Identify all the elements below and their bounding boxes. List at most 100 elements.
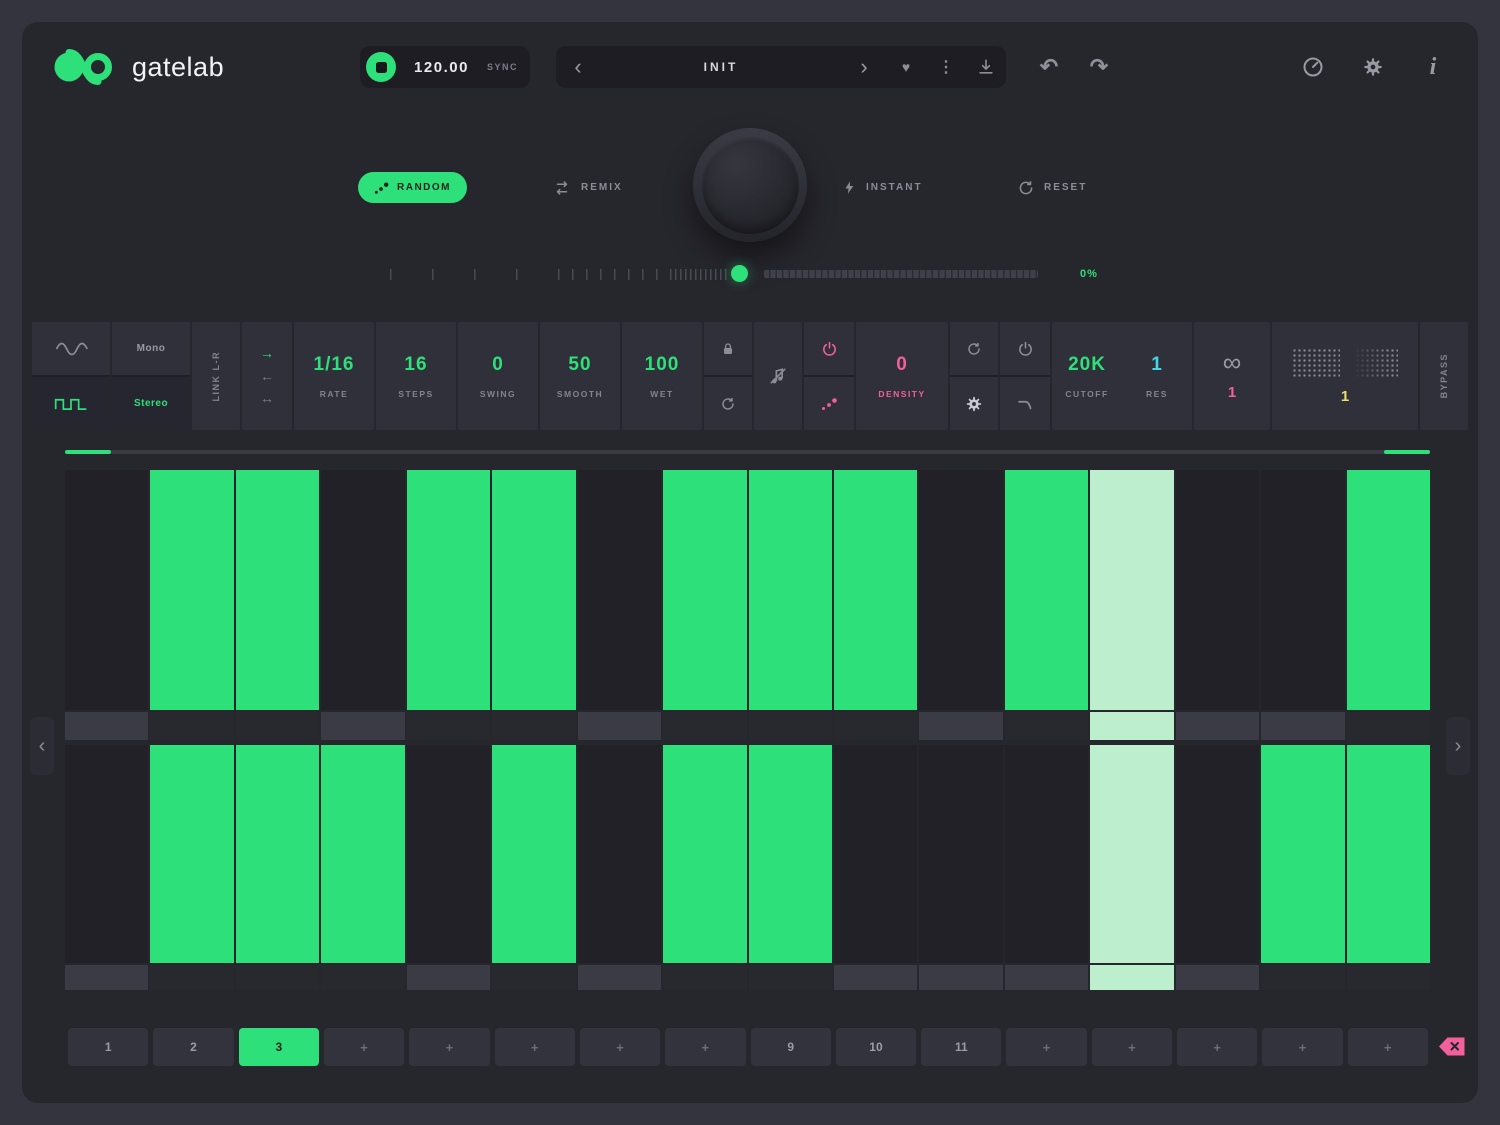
randomize-slider[interactable] [370, 262, 1040, 286]
step-bar-area[interactable] [834, 470, 917, 710]
step-bar-area[interactable] [65, 470, 148, 710]
step-bar[interactable] [749, 745, 832, 963]
step-offset[interactable] [1347, 965, 1430, 990]
step-bottom-6[interactable] [492, 745, 575, 990]
pattern-button-11[interactable]: 11 [921, 1028, 1001, 1066]
pattern-button-10[interactable]: 10 [836, 1028, 916, 1066]
step-top-13[interactable] [1090, 470, 1173, 740]
step-bar-playing[interactable] [1090, 470, 1173, 710]
favorite-button[interactable]: ♥ [886, 46, 926, 88]
step-bar[interactable] [663, 470, 746, 710]
step-bar-area[interactable] [407, 470, 490, 710]
step-top-9[interactable] [749, 470, 832, 740]
midi-dial-button[interactable] [1300, 52, 1326, 82]
step-bottom-3[interactable] [236, 745, 319, 990]
step-top-7[interactable] [578, 470, 661, 740]
step-top-15[interactable] [1261, 470, 1344, 740]
step-offset[interactable] [1005, 965, 1088, 990]
step-bar-area[interactable] [1347, 745, 1430, 963]
step-bar-area[interactable] [236, 470, 319, 710]
slider-thumb[interactable] [731, 265, 748, 282]
step-bar-area[interactable] [150, 470, 233, 710]
step-offset[interactable] [749, 965, 832, 990]
loop-end-marker[interactable] [1384, 450, 1430, 454]
step-top-12[interactable] [1005, 470, 1088, 740]
step-bar[interactable] [1005, 470, 1088, 710]
step-bar[interactable] [492, 470, 575, 710]
step-offset[interactable] [321, 712, 404, 740]
step-offset[interactable] [578, 712, 661, 740]
step-offset[interactable] [321, 965, 404, 990]
step-top-3[interactable] [236, 470, 319, 740]
step-top-6[interactable] [492, 470, 575, 740]
step-bar[interactable] [236, 470, 319, 710]
slider-track[interactable] [764, 270, 1038, 278]
step-bar-area[interactable] [578, 470, 661, 710]
filter-power-button[interactable] [1000, 322, 1050, 375]
step-bar-area[interactable] [1176, 470, 1259, 710]
square-wave-button[interactable] [32, 377, 110, 430]
step-offset[interactable] [492, 965, 575, 990]
step-bar[interactable] [321, 745, 404, 963]
step-bar-area[interactable] [663, 470, 746, 710]
step-top-5[interactable] [407, 470, 490, 740]
step-bar-area[interactable] [578, 745, 661, 963]
step-bar[interactable] [834, 470, 917, 710]
wet-control[interactable]: 100 WET [622, 322, 702, 430]
cycle-button[interactable] [704, 377, 752, 430]
texture-sparse-icon[interactable] [1350, 348, 1398, 378]
preset-prev-button[interactable]: ‹ [556, 46, 600, 88]
step-offset[interactable] [1176, 965, 1259, 990]
add-pattern-button[interactable]: + [324, 1028, 404, 1066]
stop-button[interactable] [366, 52, 396, 82]
bpm-display[interactable]: 120.00 [404, 59, 479, 76]
preset-next-button[interactable]: › [842, 46, 886, 88]
step-bottom-4[interactable] [321, 745, 404, 990]
pattern-button-9[interactable]: 9 [751, 1028, 831, 1066]
step-bar[interactable] [1347, 470, 1430, 710]
step-bar-area[interactable] [749, 745, 832, 963]
loop-range-bar[interactable] [65, 450, 1430, 454]
loop-control[interactable]: ∞ 1 [1194, 322, 1270, 430]
step-offset[interactable] [65, 712, 148, 740]
random-power-button[interactable] [804, 322, 854, 375]
step-bar-area[interactable] [663, 745, 746, 963]
step-offset[interactable] [236, 965, 319, 990]
cutoff-control[interactable]: 20K CUTOFF [1052, 322, 1122, 430]
add-pattern-button[interactable]: + [1262, 1028, 1342, 1066]
step-bar-area[interactable] [834, 745, 917, 963]
step-bottom-13[interactable] [1090, 745, 1173, 990]
step-bar[interactable] [492, 745, 575, 963]
step-bar-area[interactable] [919, 470, 1002, 710]
step-bottom-11[interactable] [919, 745, 1002, 990]
step-bar-area[interactable] [407, 745, 490, 963]
random-button[interactable]: RANDOM [358, 172, 467, 203]
add-pattern-button[interactable]: + [580, 1028, 660, 1066]
step-bar-area[interactable] [1347, 470, 1430, 710]
density-cycle-button[interactable] [950, 322, 998, 375]
add-pattern-button[interactable]: + [495, 1028, 575, 1066]
step-bar-area[interactable] [492, 470, 575, 710]
delete-pattern-button[interactable] [1438, 1036, 1466, 1057]
step-bar-area[interactable] [1261, 745, 1344, 963]
stereo-button[interactable]: Stereo [112, 377, 190, 430]
mono-button[interactable]: Mono [112, 322, 190, 375]
page-prev-button[interactable]: ‹ [30, 717, 54, 775]
step-bar[interactable] [150, 470, 233, 710]
bypass-button[interactable]: BYPASS [1420, 322, 1468, 430]
direction-pingpong-button[interactable]: ↔ [260, 390, 274, 407]
step-offset[interactable] [663, 712, 746, 740]
step-offset[interactable] [65, 965, 148, 990]
step-bottom-5[interactable] [407, 745, 490, 990]
density-settings-button[interactable] [950, 377, 998, 430]
step-bar[interactable] [236, 745, 319, 963]
add-pattern-button[interactable]: + [1006, 1028, 1086, 1066]
direction-forward-button[interactable]: → [260, 345, 274, 362]
step-offset[interactable] [1347, 712, 1430, 740]
step-offset[interactable] [236, 712, 319, 740]
step-offset[interactable] [1261, 712, 1344, 740]
step-offset[interactable] [1090, 965, 1173, 990]
swing-control[interactable]: 0 SWING [458, 322, 538, 430]
step-bar-area[interactable] [150, 745, 233, 963]
step-bar-area[interactable] [1005, 470, 1088, 710]
